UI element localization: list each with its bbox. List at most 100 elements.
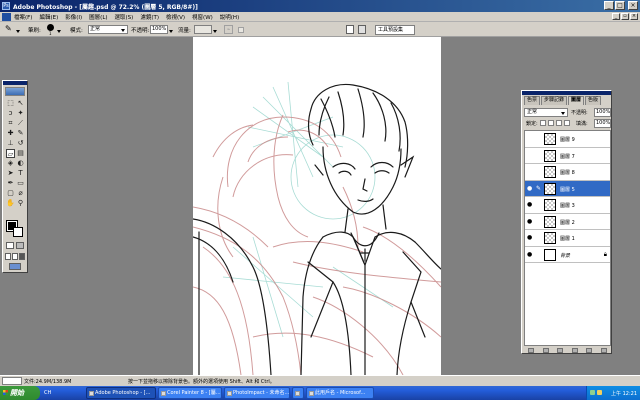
trash-icon[interactable] [600,348,607,353]
zoom-field[interactable] [2,377,22,385]
tab-channels[interactable]: 色版 [585,96,602,105]
crop-tool-icon[interactable]: ⌗ [6,119,15,128]
new-set-icon[interactable] [557,348,564,353]
move-tool-icon[interactable]: ↖ [16,99,25,108]
healing-brush-icon[interactable]: ✚ [6,129,15,138]
marquee-tool-icon[interactable]: ⬚ [6,99,15,108]
file-browser-icon[interactable] [346,25,354,34]
flow-field[interactable] [194,25,212,34]
adjustment-layer-icon[interactable] [571,348,578,353]
blend-mode-select[interactable]: 正常 [524,108,568,117]
dodge-tool-icon[interactable]: ◐ [16,159,25,168]
opacity-dropdown-icon[interactable] [169,28,173,35]
eye-icon[interactable]: ● [527,235,533,241]
link-toggle[interactable] [536,135,542,143]
menu-view[interactable]: 檢視(V) [166,13,185,21]
layer-row-2[interactable]: ● 圖層 2 [525,213,610,230]
task-blank[interactable] [292,387,304,399]
notes-tool-icon[interactable]: ▢ [6,189,15,198]
tool-preset-dropdown-icon[interactable] [16,28,20,35]
link-toggle[interactable] [536,234,542,242]
brush-dropdown-icon[interactable] [57,28,61,35]
task-browser[interactable]: 此用戶名 - Microsof... [306,387,374,399]
doc-restore-button[interactable]: ▫ [621,13,629,20]
layer-row-background[interactable]: ● 背景 🔒︎ [525,246,610,263]
visibility-toggle[interactable] [527,153,533,159]
volume-icon[interactable] [597,390,602,395]
layer-style-icon[interactable] [528,348,535,353]
layer-mask-icon[interactable] [542,348,549,353]
palette-well-tab[interactable]: 工具預設集 [375,25,415,35]
hand-tool-icon[interactable]: ✋ [6,199,15,208]
link-toggle[interactable] [536,218,542,226]
airbrush-icon[interactable]: ⌁ [224,25,233,34]
eye-icon[interactable]: ● [527,202,533,208]
standard-mode-icon[interactable] [6,242,14,249]
new-document-icon[interactable] [358,25,366,34]
type-tool-icon[interactable]: T [16,169,25,178]
doc-close-button[interactable]: × [630,13,638,20]
task-photoshop[interactable]: Adobe Photoshop - [... [86,387,156,399]
flow-dropdown-icon[interactable] [213,28,217,35]
lock-transparency-checkbox[interactable] [540,120,546,126]
brush-preview-icon[interactable] [47,24,54,31]
link-toggle[interactable] [536,152,542,160]
close-button[interactable]: × [628,1,638,10]
slice-tool-icon[interactable]: ⟋ [16,119,25,128]
menu-select[interactable]: 選取(S) [115,13,134,21]
tab-swatches[interactable]: 色票 [524,96,541,105]
tab-layers[interactable]: 圖層 [568,96,585,105]
menu-help[interactable]: 說明(H) [220,13,239,21]
visibility-toggle[interactable] [527,136,533,142]
erase-to-history-checkbox[interactable] [238,27,244,33]
lock-all-checkbox[interactable] [564,120,570,126]
layer-row-1[interactable]: ● 圖層 1 [525,230,610,247]
layer-row-5[interactable]: ● ✎ 圖層 5 [525,180,610,197]
layers-palette-titlebar[interactable] [522,91,611,95]
doc-minimize-button[interactable]: _ [612,13,620,20]
menu-file[interactable]: 檔案(F) [14,13,32,21]
link-toggle[interactable] [536,168,542,176]
layer-row-3[interactable]: ● 圖層 3 [525,197,610,214]
opacity-field[interactable]: 100% [150,25,168,34]
menu-edit[interactable]: 編輯(E) [39,13,58,21]
menu-image[interactable]: 影像(I) [65,13,82,21]
eraser-icon[interactable]: ▱ [6,149,15,158]
eye-icon[interactable]: ● [527,251,533,258]
screen-mode-full-menu-icon[interactable] [12,253,18,260]
layer-row-9[interactable]: 圖層 9 [525,131,610,148]
eye-icon[interactable]: ● [527,185,533,192]
menu-layer[interactable]: 圖層(L) [89,13,107,21]
task-photoimpact[interactable]: PhotoImpact - 未命名... [224,387,290,399]
network-icon[interactable] [590,390,595,395]
layer-opacity-field[interactable]: 100% [594,108,611,117]
tab-history[interactable]: 步驟記錄 [541,96,568,105]
blur-tool-icon[interactable]: ◈ [6,159,15,168]
pen-tool-icon[interactable]: ✒ [6,179,15,188]
lock-position-checkbox[interactable] [556,120,562,126]
path-selection-icon[interactable]: ➤ [6,169,15,178]
eyedropper-icon[interactable]: ⌀ [16,189,25,198]
link-toggle[interactable] [536,201,542,209]
maximize-button[interactable]: □ [615,1,625,10]
fill-field[interactable]: 100% [594,119,611,128]
minimize-button[interactable]: _ [604,1,614,10]
background-color-swatch[interactable] [13,227,23,237]
magic-wand-icon[interactable]: ✦ [16,109,25,118]
layer-row-7[interactable]: 圖層 7 [525,147,610,164]
paintbrush-icon[interactable]: ✎ [536,185,542,193]
lock-image-checkbox[interactable] [548,120,554,126]
shape-tool-icon[interactable]: ▭ [16,179,25,188]
visibility-toggle[interactable] [527,169,533,175]
brush-tool-icon[interactable]: ✎ [16,129,25,138]
language-indicator[interactable]: CH [44,388,51,398]
toolbox-titlebar[interactable] [3,81,27,85]
document-icon[interactable] [2,13,11,21]
screen-mode-full-icon[interactable] [19,253,25,260]
jump-to-imageready-icon[interactable] [9,263,21,270]
new-layer-icon[interactable] [586,348,593,353]
mode-select[interactable]: 正常 [88,25,128,34]
document-canvas[interactable] [193,37,441,375]
menu-window[interactable]: 視窗(W) [192,13,213,21]
menu-filter[interactable]: 濾鏡(T) [140,13,159,21]
